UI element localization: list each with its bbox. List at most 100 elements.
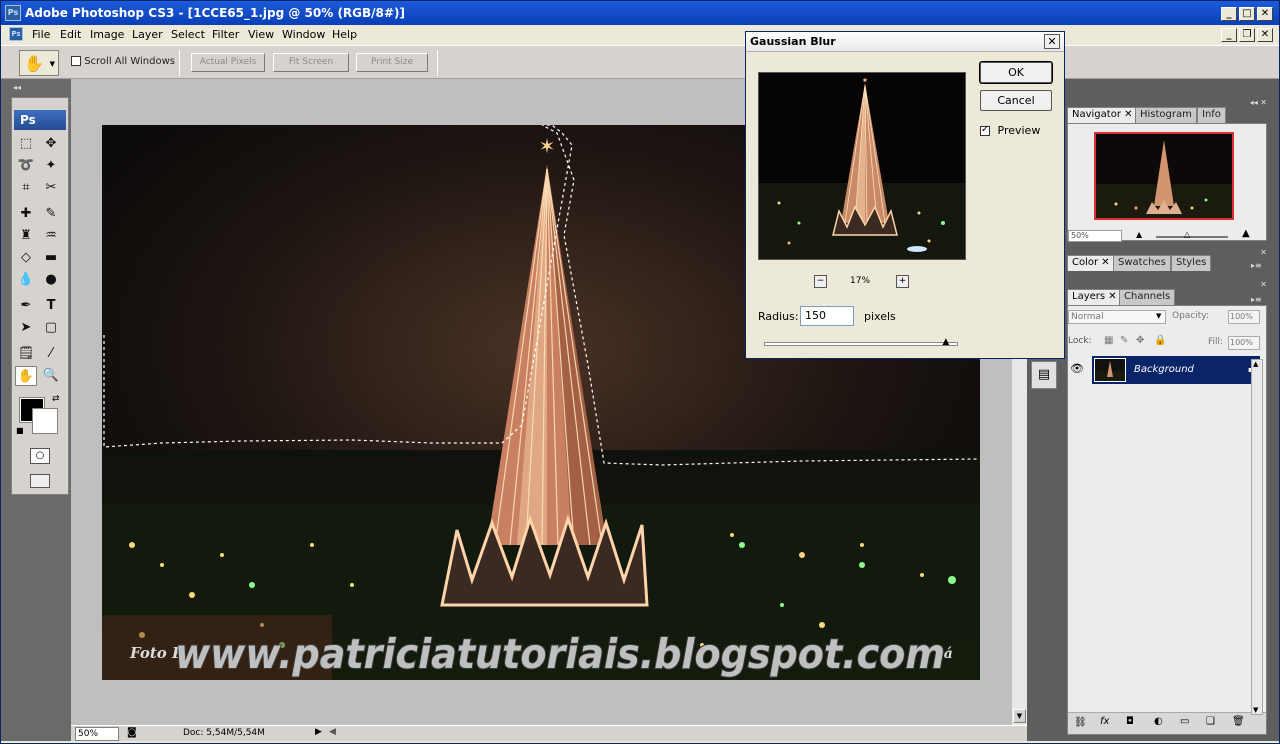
screen-mode-icon[interactable]: [30, 474, 50, 488]
menu-filter[interactable]: Filter: [209, 27, 242, 43]
navigator-zoom-field[interactable]: 50%: [1068, 230, 1122, 242]
preview-zoom-in-button[interactable]: +: [896, 275, 909, 288]
eyedropper-tool-icon[interactable]: ⁄: [40, 344, 62, 364]
menu-image[interactable]: Image: [87, 27, 127, 43]
menu-file[interactable]: File: [29, 27, 53, 43]
lasso-tool-icon[interactable]: ➰: [15, 156, 37, 176]
healing-brush-tool-icon[interactable]: ✚: [15, 204, 37, 224]
crop-tool-icon[interactable]: ⌗: [15, 178, 37, 198]
swap-colors-icon[interactable]: ⇄: [52, 394, 60, 404]
blur-preview[interactable]: ✶: [758, 72, 966, 260]
close-button[interactable]: ✕: [1257, 7, 1273, 21]
navigator-thumbnail[interactable]: [1094, 132, 1234, 220]
background-color-swatch[interactable]: [32, 408, 58, 434]
add-mask-icon[interactable]: ◘: [1126, 716, 1134, 727]
quick-mask-icon[interactable]: ○: [30, 448, 50, 464]
maximize-button[interactable]: □: [1239, 7, 1255, 21]
tab-color[interactable]: Color ✕: [1067, 255, 1115, 271]
default-colors-icon[interactable]: ■: [16, 426, 24, 435]
blur-tool-icon[interactable]: 💧: [15, 270, 37, 290]
panel-menu-icon[interactable]: ▸≡: [1251, 261, 1262, 270]
magic-wand-tool-icon[interactable]: ✦: [40, 156, 62, 176]
doc-restore-button[interactable]: ❐: [1239, 28, 1255, 42]
radius-slider-thumb[interactable]: ▲: [942, 337, 952, 347]
path-selection-tool-icon[interactable]: ➤: [15, 318, 37, 338]
panel-icon-button[interactable]: ▤: [1031, 361, 1057, 389]
tab-info[interactable]: Info: [1197, 107, 1226, 123]
shape-tool-icon[interactable]: ▢: [40, 318, 62, 338]
scroll-down-icon[interactable]: ▼: [1013, 709, 1026, 723]
notes-tool-icon[interactable]: 🗒: [15, 344, 37, 364]
fill-field[interactable]: 100%: [1228, 336, 1260, 350]
tab-layers[interactable]: Layers ✕: [1067, 289, 1122, 305]
layers-scrollbar[interactable]: ▲ ▼: [1251, 359, 1263, 715]
type-tool-icon[interactable]: T: [40, 296, 62, 316]
link-layers-icon[interactable]: ⛓: [1074, 717, 1087, 728]
menu-edit[interactable]: Edit: [57, 27, 84, 43]
scroll-all-windows-option[interactable]: Scroll All Windows: [71, 56, 175, 67]
ok-button[interactable]: OK: [979, 61, 1053, 84]
tab-histogram[interactable]: Histogram: [1135, 107, 1197, 123]
preview-option[interactable]: Preview: [980, 124, 1040, 137]
history-brush-tool-icon[interactable]: ♒: [40, 226, 62, 246]
fit-screen-button[interactable]: Fit Screen: [273, 53, 349, 72]
delete-layer-icon[interactable]: 🗑: [1232, 716, 1245, 727]
zoom-field[interactable]: 50%: [75, 727, 119, 741]
tool-preset-picker[interactable]: ✋ ▼: [19, 50, 59, 76]
zoom-slider-thumb[interactable]: △: [1184, 230, 1190, 239]
new-layer-icon[interactable]: ❑: [1206, 716, 1215, 727]
blend-mode-select[interactable]: Normal: [1068, 310, 1166, 324]
status-menu-arrow-icon[interactable]: ▶: [315, 727, 322, 737]
slice-tool-icon[interactable]: ✂: [40, 178, 62, 198]
dodge-tool-icon[interactable]: ●: [40, 270, 62, 290]
gradient-tool-icon[interactable]: ▬: [40, 248, 62, 268]
new-group-icon[interactable]: ▭: [1180, 716, 1189, 727]
eye-icon[interactable]: 👁: [1070, 362, 1084, 375]
marquee-tool-icon[interactable]: ⬚: [15, 134, 37, 154]
move-tool-icon[interactable]: ✥: [40, 134, 62, 154]
radius-slider[interactable]: ▲: [764, 337, 958, 347]
hand-tool-icon[interactable]: ✋: [15, 366, 37, 386]
tab-channels[interactable]: Channels: [1119, 289, 1176, 305]
tab-navigator[interactable]: Navigator ✕: [1067, 107, 1138, 123]
menu-layer[interactable]: Layer: [129, 27, 166, 43]
menu-select[interactable]: Select: [168, 27, 208, 43]
lock-transparency-icon[interactable]: ▦: [1104, 335, 1113, 346]
zoom-in-icon[interactable]: ▲: [1242, 228, 1250, 239]
navigator-zoom-slider[interactable]: [1156, 236, 1228, 238]
document-icon[interactable]: Ps: [9, 27, 23, 41]
brush-tool-icon[interactable]: ✎: [40, 204, 62, 224]
layer-row-background[interactable]: 👁 Background ▪: [1068, 356, 1266, 386]
minimize-button[interactable]: _: [1221, 7, 1237, 21]
menu-help[interactable]: Help: [329, 27, 360, 43]
layers-menu-icon[interactable]: ▸≡: [1251, 295, 1262, 304]
zoom-tool-icon[interactable]: 🔍: [40, 366, 62, 386]
menu-window[interactable]: Window: [279, 27, 328, 43]
radius-input[interactable]: 150: [800, 306, 854, 326]
cancel-button[interactable]: Cancel: [980, 90, 1052, 111]
lock-position-icon[interactable]: ✥: [1136, 335, 1144, 346]
dialog-close-button[interactable]: ✕: [1044, 34, 1060, 49]
adjustment-layer-icon[interactable]: ◐: [1154, 716, 1163, 727]
actual-pixels-button[interactable]: Actual Pixels: [191, 53, 265, 72]
tab-swatches[interactable]: Swatches: [1113, 255, 1171, 271]
zoom-out-icon[interactable]: ▲: [1136, 230, 1142, 239]
menu-view[interactable]: View: [245, 27, 277, 43]
layers-scroll-down-icon[interactable]: ▼: [1253, 706, 1258, 714]
lock-image-icon[interactable]: ✎: [1120, 335, 1128, 346]
doc-minimize-button[interactable]: _: [1221, 28, 1237, 42]
fx-icon[interactable]: fx: [1100, 716, 1109, 727]
collapse-icon[interactable]: ◂◂: [13, 83, 21, 92]
layers-scroll-up-icon[interactable]: ▲: [1253, 360, 1258, 368]
lock-all-icon[interactable]: 🔒: [1154, 335, 1166, 346]
opacity-field[interactable]: 100%: [1228, 310, 1260, 324]
clone-stamp-tool-icon[interactable]: ♜: [15, 226, 37, 246]
pen-tool-icon[interactable]: ✒: [15, 296, 37, 316]
doc-close-button[interactable]: ✕: [1257, 28, 1273, 42]
preview-zoom-out-button[interactable]: −: [814, 275, 827, 288]
preview-checkbox[interactable]: [980, 124, 990, 136]
eraser-tool-icon[interactable]: ◇: [15, 248, 37, 268]
scroll-all-checkbox[interactable]: [71, 56, 81, 66]
status-info-icon[interactable]: ◙: [127, 727, 137, 738]
layer-row[interactable]: Background ▪: [1092, 356, 1260, 384]
